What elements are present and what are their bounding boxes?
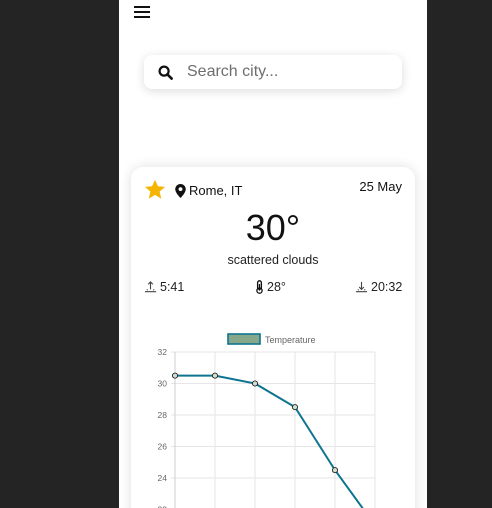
- city-name: Rome, IT: [189, 183, 243, 198]
- temperature-point: [171, 372, 179, 379]
- y-tick-label: 32: [158, 347, 168, 357]
- favorite-star-icon[interactable]: [144, 179, 166, 200]
- weather-card: Rome, IT 25 May 30° scattered clouds 5:4…: [131, 167, 415, 508]
- search-bar[interactable]: [144, 55, 402, 89]
- temperature-point: [291, 404, 299, 411]
- date: 25 May: [359, 179, 402, 194]
- sunset: 20:32: [355, 280, 402, 294]
- app-screen: Rome, IT 25 May 30° scattered clouds 5:4…: [119, 0, 427, 508]
- current-temperature: 30°: [245, 207, 301, 248]
- y-tick-label: 26: [158, 442, 168, 452]
- y-tick-label: 30: [158, 379, 168, 389]
- sunrise: 5:41: [144, 280, 184, 294]
- location: Rome, IT: [175, 183, 242, 198]
- sunset-time: 20:32: [371, 280, 403, 294]
- map-pin-icon: [175, 183, 186, 198]
- temperature-chart: 32 30 28 26 24 22 Temperature: [158, 333, 376, 508]
- y-tick-label: 22: [158, 505, 168, 508]
- y-tick-label: 28: [158, 410, 168, 420]
- temperature-point: [251, 380, 259, 387]
- legend-label: Temperature: [265, 335, 316, 345]
- legend-swatch: [227, 333, 261, 345]
- hamburger-menu-icon[interactable]: [134, 6, 150, 20]
- y-tick-label: 24: [158, 473, 168, 483]
- sunrise-icon: [144, 280, 157, 292]
- thermometer-icon: [256, 280, 263, 294]
- temperature-line: [175, 374, 364, 508]
- temperature-point: [211, 372, 219, 379]
- feels-like: 28°: [255, 280, 286, 294]
- search-icon: [158, 64, 173, 80]
- temperature-point: [331, 467, 339, 474]
- weather-description: scattered clouds: [227, 253, 319, 267]
- sunset-icon: [355, 281, 368, 292]
- feels-like-value: 28°: [267, 280, 286, 294]
- search-input[interactable]: [185, 62, 389, 82]
- sunrise-time: 5:41: [160, 280, 185, 294]
